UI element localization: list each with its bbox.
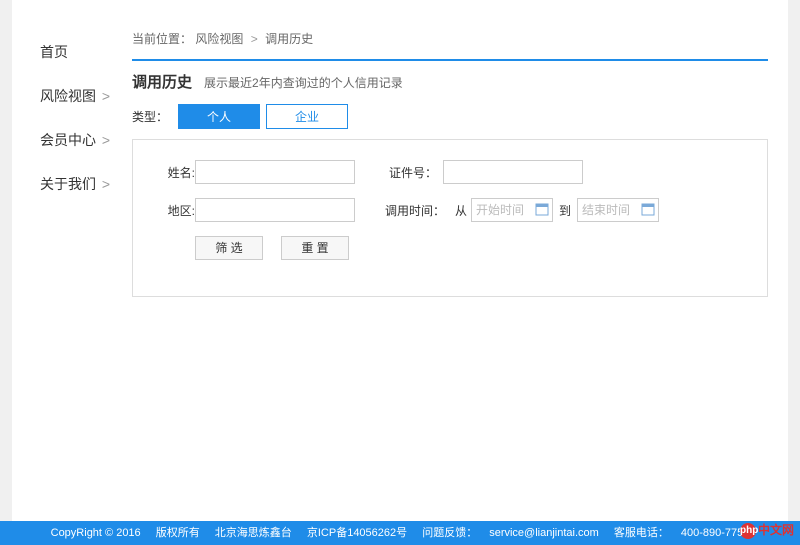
type-tabs: 类型： 个人 企业	[132, 104, 768, 129]
breadcrumb-sep: >	[251, 32, 258, 46]
breadcrumb-item[interactable]: 调用历史	[265, 32, 313, 46]
main-content: 当前位置： 风险视图 > 调用历史 调用历史 展示最近2年内查询过的个人信用记录…	[132, 0, 788, 525]
idno-label: 证件号：	[385, 164, 437, 181]
button-label: 重 置	[301, 241, 328, 255]
tab-label: 个人	[207, 110, 231, 124]
footer-icp: 京ICP备14056262号	[307, 527, 407, 539]
breadcrumb-item[interactable]: 风险视图	[195, 32, 243, 46]
footer-feedback-email[interactable]: service@lianjintai.com	[489, 527, 599, 539]
footer-feedback-label: 问题反馈：	[422, 527, 477, 539]
end-date-input[interactable]	[577, 198, 659, 222]
filter-form: 姓名: 证件号： 地区: 调用时间： 从 到	[132, 139, 768, 297]
to-text: 到	[559, 202, 571, 219]
start-date-input[interactable]	[471, 198, 553, 222]
tab-enterprise[interactable]: 企业	[266, 104, 348, 129]
tabs-label: 类型：	[132, 108, 168, 125]
breadcrumb: 当前位置： 风险视图 > 调用历史	[132, 30, 768, 55]
button-label: 筛 选	[215, 241, 242, 255]
chevron-right-icon: >	[98, 88, 110, 104]
footer-copyright: CopyRight © 2016	[51, 527, 141, 539]
watermark-badge: php	[740, 523, 756, 539]
tab-personal[interactable]: 个人	[178, 104, 260, 129]
sidebar-item-about-us[interactable]: 关于我们 >	[12, 162, 132, 206]
region-input[interactable]	[195, 198, 355, 222]
sidebar-item-label: 关于我们	[40, 176, 96, 192]
footer-phone-label: 客服电话：	[614, 527, 669, 539]
chevron-right-icon: >	[98, 132, 110, 148]
name-label: 姓名:	[151, 164, 195, 181]
footer-company: 北京海思炼鑫台	[215, 527, 292, 539]
page-title: 调用历史	[132, 71, 192, 92]
watermark-text: 中文网	[758, 523, 794, 537]
breadcrumb-prefix: 当前位置：	[132, 32, 192, 46]
tab-label: 企业	[295, 110, 319, 124]
idno-input[interactable]	[443, 160, 583, 184]
sidebar-item-member-center[interactable]: 会员中心 >	[12, 118, 132, 162]
footer-rights: 版权所有	[156, 527, 200, 539]
sidebar-item-label: 风险视图	[40, 88, 96, 104]
watermark: php中文网	[740, 521, 794, 539]
footer: CopyRight © 2016 版权所有 北京海思炼鑫台 京ICP备14056…	[0, 521, 800, 545]
reset-button[interactable]: 重 置	[281, 236, 349, 260]
name-input[interactable]	[195, 160, 355, 184]
filter-button[interactable]: 筛 选	[195, 236, 263, 260]
page-subtitle: 展示最近2年内查询过的个人信用记录	[204, 74, 403, 91]
sidebar-item-label: 会员中心	[40, 132, 96, 148]
from-text: 从	[455, 202, 467, 219]
sidebar: 首页 风险视图 > 会员中心 > 关于我们 >	[12, 0, 132, 525]
chevron-right-icon: >	[98, 176, 110, 192]
sidebar-item-label: 首页	[40, 44, 68, 60]
time-label: 调用时间：	[385, 202, 445, 219]
page-title-row: 调用历史 展示最近2年内查询过的个人信用记录	[132, 59, 768, 92]
region-label: 地区:	[151, 202, 195, 219]
sidebar-item-home[interactable]: 首页	[12, 30, 132, 74]
sidebar-item-risk-view[interactable]: 风险视图 >	[12, 74, 132, 118]
